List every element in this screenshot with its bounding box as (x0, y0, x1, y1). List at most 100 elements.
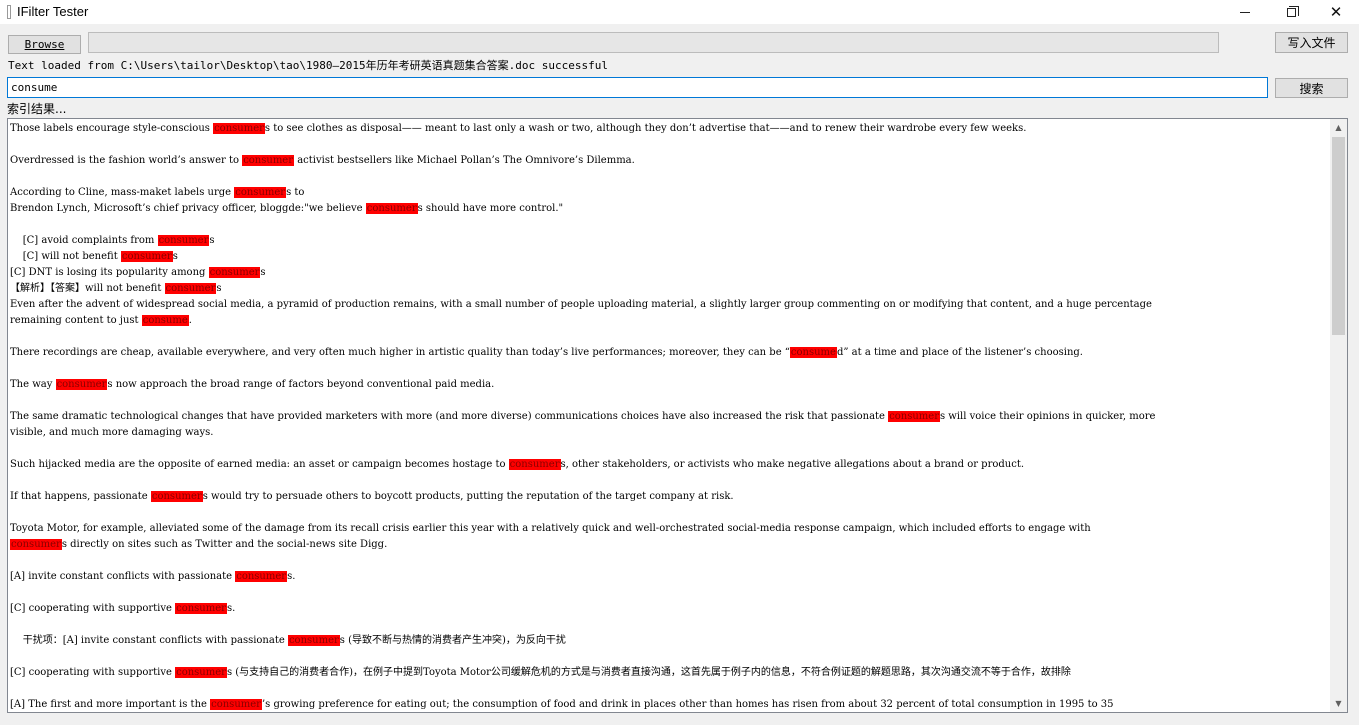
search-hit-highlight: consumer (208, 267, 261, 278)
result-line: Toyota Motor, for example, alleviated so… (10, 521, 1328, 537)
result-text-after: s would try to persuade others to boycot… (202, 491, 734, 502)
results-label: 索引结果... (7, 102, 67, 116)
result-text-before: Those labels encourage style-conscious (10, 123, 214, 134)
result-text-after: . (188, 315, 192, 326)
result-text-after: s to (286, 187, 305, 198)
result-text-before: Such hijacked media are the opposite of … (10, 459, 509, 470)
result-text-after: activist bestsellers like Michael Pollan… (294, 155, 635, 166)
result-text-before: [C] will not benefit (10, 251, 121, 262)
result-text-before: [C] cooperating with supportive (10, 667, 176, 678)
result-line: 【解析】【答案】will not benefit consumers (10, 281, 1328, 297)
result-line: [C] avoid complaints from consumers (10, 233, 1328, 249)
results-content: Those labels encourage style-conscious c… (10, 121, 1328, 712)
result-text-after: s directly on sites such as Twitter and … (61, 539, 388, 550)
write-file-button-label: 写入文件 (1287, 36, 1336, 50)
search-button-label: 搜索 (1299, 81, 1324, 96)
search-hit-highlight: consumer (150, 491, 203, 502)
result-text-before: [C] avoid complaints from (10, 235, 158, 246)
search-hit-highlight: consumer (213, 123, 265, 134)
search-hit-highlight: consumer (287, 635, 340, 646)
restore-icon (1286, 5, 1299, 17)
minimize-icon (1240, 11, 1250, 13)
search-hit-highlight: consumer (235, 571, 288, 582)
result-text-after: s (172, 251, 178, 262)
write-file-button[interactable]: 写入文件 (1275, 32, 1348, 53)
minimize-button[interactable] (1222, 0, 1268, 24)
search-button[interactable]: 搜索 (1275, 78, 1348, 98)
browse-button[interactable]: Browse (8, 35, 81, 54)
result-text-before: There recordings are cheap, available ev… (10, 347, 790, 358)
result-text-before: remaining content to just (10, 315, 142, 326)
result-text-before: The same dramatic technological changes … (10, 411, 889, 422)
result-line: [C] cooperating with supportive consumer… (10, 601, 1328, 617)
result-line: Overdressed is the fashion world’s answe… (10, 153, 1328, 169)
result-text-after: s to see clothes as disposal—— meant to … (264, 123, 1027, 134)
search-hit-highlight: consumer (164, 283, 217, 294)
result-line: [C] cooperating with supportive consumer… (10, 665, 1328, 681)
app-icon (7, 5, 11, 19)
result-text-after: s (209, 235, 215, 246)
result-line (10, 137, 1328, 153)
result-line: If that happens, passionate consumers wo… (10, 489, 1328, 505)
result-text-after: s will voice their opinions in quicker, … (939, 411, 1156, 422)
result-line (10, 617, 1328, 633)
result-text-before: visible, and much more damaging ways. (10, 427, 214, 438)
result-text-after: s (216, 283, 222, 294)
result-text-before: [C] cooperating with supportive (10, 603, 176, 614)
result-line: remaining content to just consume. (10, 313, 1328, 329)
result-line (10, 361, 1328, 377)
result-line (10, 505, 1328, 521)
search-hit-highlight: consumer (234, 187, 287, 198)
search-hit-highlight: consumer (365, 203, 418, 214)
result-line: consumers directly on sites such as Twit… (10, 537, 1328, 553)
close-button[interactable]: ✕ (1313, 0, 1359, 24)
scroll-thumb[interactable] (1332, 137, 1345, 335)
result-text-before: [C] DNT is losing its popularity among (10, 267, 209, 278)
result-text-after: s (260, 267, 266, 278)
result-line: The way consumers now approach the broad… (10, 377, 1328, 393)
result-text-after: s. (287, 571, 296, 582)
result-line: According to Cline, mass-maket labels ur… (10, 185, 1328, 201)
result-text-before: [A] invite constant conflicts with passi… (10, 571, 236, 582)
maximize-button[interactable] (1268, 0, 1314, 24)
result-line: [A] The first and more important is the … (10, 697, 1328, 712)
result-text-before: Overdressed is the fashion world’s answe… (10, 155, 243, 166)
result-text-before: 干扰项：[A] invite constant conflicts with p… (10, 635, 288, 646)
result-line (10, 217, 1328, 233)
result-text-before: Brendon Lynch, Microsoft’s chief privacy… (10, 203, 366, 214)
result-text-after: s now approach the broad range of factor… (107, 379, 495, 390)
result-line: [A] invite constant conflicts with passi… (10, 569, 1328, 585)
result-line: 干扰项：[A] invite constant conflicts with p… (10, 633, 1328, 649)
result-text-after: s (与支持自己的消费者合作)，在例子中提到Toyota Motor公司缓解危机… (226, 667, 1071, 678)
result-line (10, 473, 1328, 489)
search-input[interactable] (7, 77, 1268, 98)
result-line (10, 649, 1328, 665)
search-hit-highlight: consumer (10, 539, 62, 550)
search-hit-highlight: consume (141, 315, 189, 326)
search-hit-highlight: consumer (175, 667, 227, 678)
scroll-down-icon[interactable]: ▼ (1330, 695, 1347, 712)
results-textbox[interactable]: Those labels encourage style-conscious c… (7, 118, 1348, 713)
result-line (10, 169, 1328, 185)
result-line: Those labels encourage style-conscious c… (10, 121, 1328, 137)
result-text-before: [A] The first and more important is the (10, 699, 211, 710)
result-line: Such hijacked media are the opposite of … (10, 457, 1328, 473)
window-title: IFilter Tester (17, 4, 89, 19)
result-text-before: The way (10, 379, 56, 390)
search-hit-highlight: consumer (120, 251, 173, 262)
search-hit-highlight: consumer (210, 699, 262, 710)
status-message: Text loaded from C:\Users\tailor\Desktop… (8, 59, 608, 72)
result-text-after: s should have more control." (417, 203, 564, 214)
result-text-before: According to Cline, mass-maket labels ur… (10, 187, 235, 198)
result-text-after: s, other stakeholders, or activists who … (560, 459, 1025, 470)
result-line: [C] DNT is losing its popularity among c… (10, 265, 1328, 281)
vertical-scrollbar[interactable]: ▲ ▼ (1330, 119, 1347, 712)
result-line: [C] will not benefit consumers (10, 249, 1328, 265)
result-line: The same dramatic technological changes … (10, 409, 1328, 425)
browse-button-label: Browse (24, 38, 65, 51)
result-line (10, 553, 1328, 569)
result-line (10, 441, 1328, 457)
result-line (10, 329, 1328, 345)
result-text-before: 【解析】【答案】will not benefit (10, 283, 165, 294)
scroll-up-icon[interactable]: ▲ (1330, 119, 1347, 136)
